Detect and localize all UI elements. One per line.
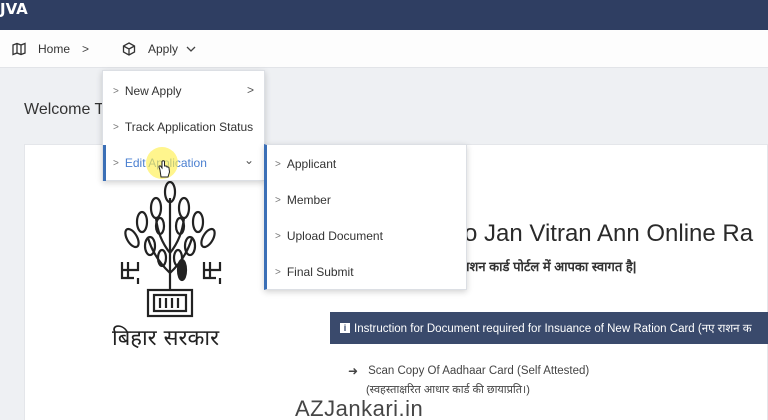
brand-title: JVA	[0, 0, 28, 18]
submenu-item-label: Member	[286, 193, 331, 207]
government-name: बिहार सरकार	[112, 326, 220, 351]
menu-item-track-status[interactable]: > Track Application Status	[103, 109, 264, 145]
submenu-expand-icon: ⌄	[243, 153, 254, 167]
document-item: ➜ Scan Copy Of Aadhaar Card (Self Attest…	[348, 364, 589, 378]
arrow-right-icon: ➜	[348, 364, 359, 378]
watermark-text: AZJankari.in	[295, 396, 424, 420]
submenu-item-label: Applicant	[286, 157, 337, 171]
hand-cursor-icon	[158, 160, 171, 178]
chevron-down-icon	[186, 46, 196, 52]
chevron-right-icon: >	[275, 266, 281, 278]
submenu-item-final-submit[interactable]: > Final Submit	[267, 254, 467, 290]
hero-subtitle: न राशन कार्ड पोर्टल में आपका स्वागत है|	[450, 259, 637, 274]
instruction-bar: i Instruction for Document required for …	[330, 312, 768, 344]
instruction-text: Instruction for Document required for In…	[354, 322, 752, 335]
cube-icon	[122, 42, 136, 56]
info-icon: i	[340, 323, 350, 333]
submenu-item-label: Upload Document	[286, 229, 383, 243]
breadcrumb-separator: >	[82, 42, 90, 56]
bihar-emblem-icon	[120, 180, 222, 318]
apply-dropdown-menu: > New Apply > > Track Application Status…	[102, 70, 265, 181]
breadcrumb-apply[interactable]: Apply	[122, 40, 196, 58]
hero-title: o Jan Vitran Ann Online Ra	[464, 220, 754, 247]
document-item-label: Scan Copy Of Aadhaar Card (Self Attested…	[368, 365, 590, 377]
submenu-item-applicant[interactable]: > Applicant	[267, 146, 467, 182]
breadcrumb: Home > Apply	[0, 30, 768, 68]
submenu-item-member[interactable]: > Member	[267, 182, 467, 218]
menu-item-label: Track Application Status	[124, 120, 254, 134]
breadcrumb-apply-label: Apply	[148, 42, 179, 56]
chevron-right-icon: >	[113, 85, 119, 97]
menu-item-new-apply[interactable]: > New Apply >	[103, 73, 264, 109]
chevron-right-icon: >	[113, 157, 119, 169]
submenu-item-upload-document[interactable]: > Upload Document	[267, 218, 467, 254]
edit-application-submenu: > Applicant > Member > Upload Document >…	[264, 144, 467, 290]
menu-item-edit-application[interactable]: > Edit Application ⌄	[103, 145, 264, 181]
welcome-heading: Welcome T	[24, 101, 105, 118]
chevron-right-icon: >	[275, 158, 281, 170]
submenu-arrow-icon: >	[246, 83, 254, 97]
chevron-right-icon: >	[275, 194, 281, 206]
breadcrumb-home[interactable]: Home >	[12, 40, 89, 58]
menu-item-label: New Apply	[124, 84, 182, 98]
chevron-right-icon: >	[113, 121, 119, 133]
chevron-right-icon: >	[275, 230, 281, 242]
top-header-bar: JVA	[0, 0, 768, 30]
map-icon	[12, 42, 26, 56]
document-item-hindi: (स्वहस्ताक्षरित आधार कार्ड की छायाप्रति।…	[366, 384, 530, 396]
submenu-item-label: Final Submit	[286, 265, 354, 279]
breadcrumb-home-label: Home	[38, 42, 71, 56]
